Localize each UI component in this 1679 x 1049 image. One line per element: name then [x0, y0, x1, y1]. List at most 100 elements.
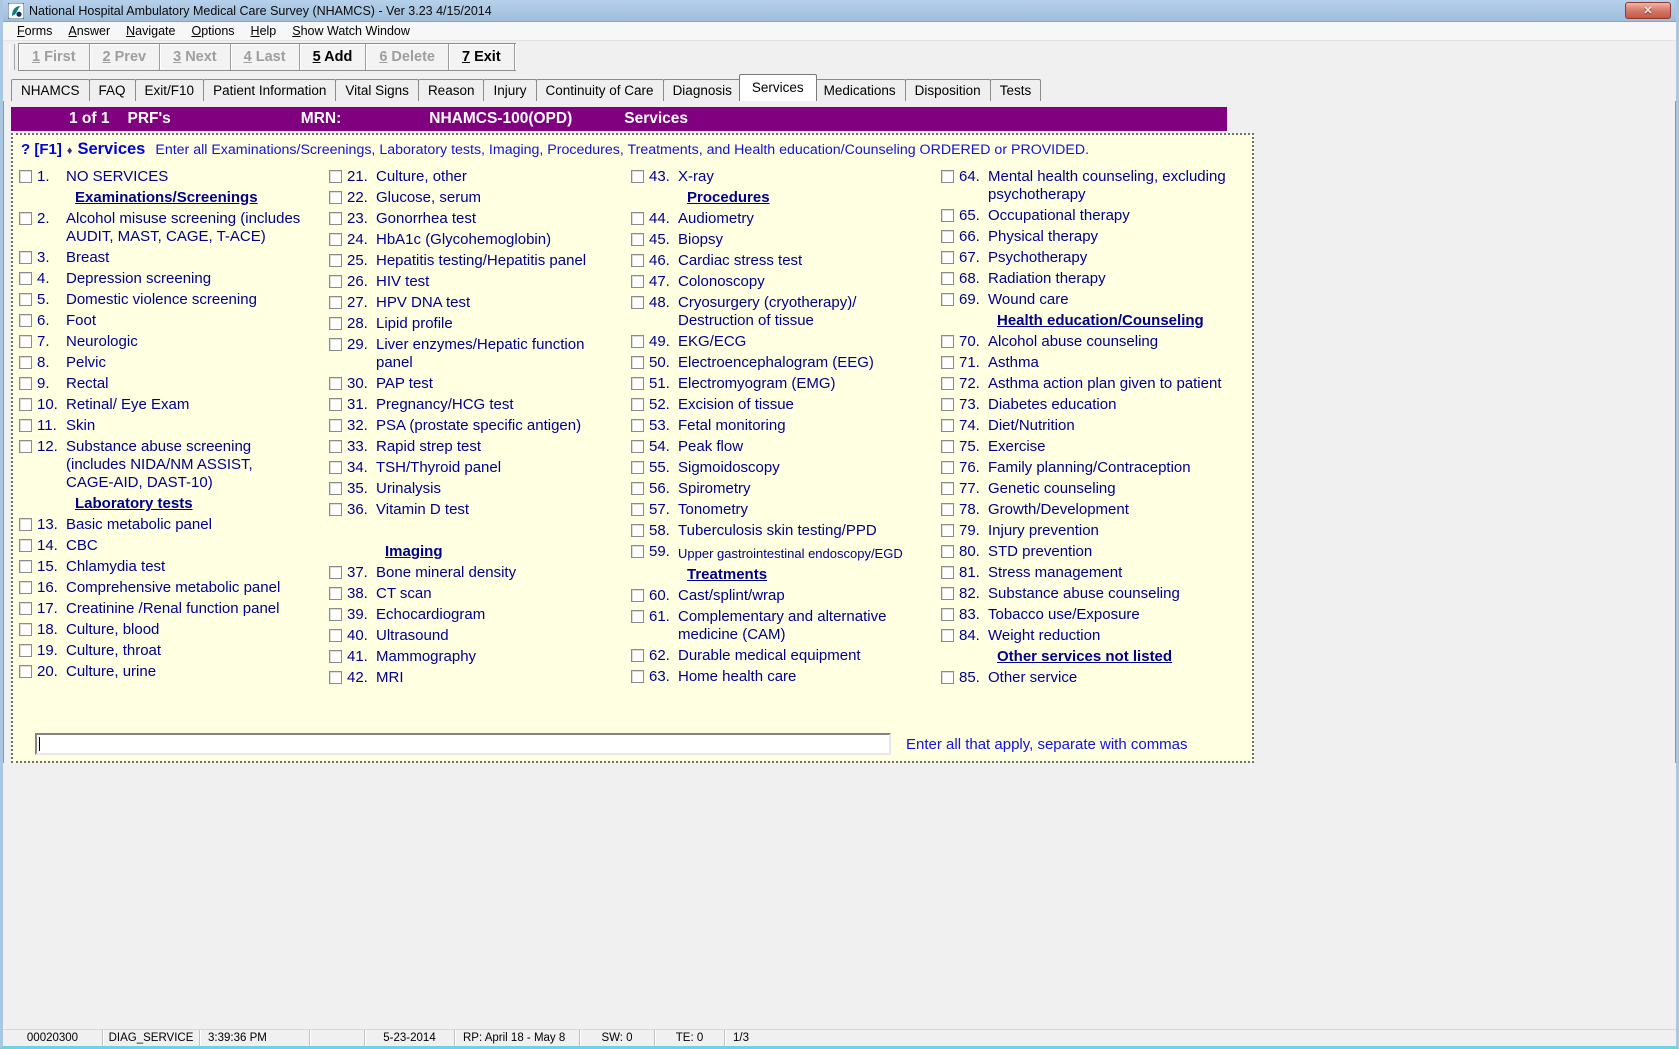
service-48-checkbox[interactable]	[631, 296, 644, 309]
service-82-checkbox[interactable]	[941, 587, 954, 600]
service-26-checkbox[interactable]	[329, 275, 342, 288]
service-20-checkbox[interactable]	[19, 665, 32, 678]
service-19-checkbox[interactable]	[19, 644, 32, 657]
service-42-checkbox[interactable]	[329, 671, 342, 684]
toolbar-prev-button[interactable]: 2 Prev	[90, 44, 161, 70]
service-12-checkbox[interactable]	[19, 440, 32, 453]
service-38-checkbox[interactable]	[329, 587, 342, 600]
service-16-checkbox[interactable]	[19, 581, 32, 594]
service-57-checkbox[interactable]	[631, 503, 644, 516]
service-79-checkbox[interactable]	[941, 524, 954, 537]
service-1-checkbox[interactable]	[19, 170, 32, 183]
service-49-checkbox[interactable]	[631, 335, 644, 348]
service-39-checkbox[interactable]	[329, 608, 342, 621]
service-5-checkbox[interactable]	[19, 293, 32, 306]
tab-continuity-of-care[interactable]: Continuity of Care	[536, 79, 664, 101]
service-44-checkbox[interactable]	[631, 212, 644, 225]
service-21-checkbox[interactable]	[329, 170, 342, 183]
service-13-checkbox[interactable]	[19, 518, 32, 531]
service-81-checkbox[interactable]	[941, 566, 954, 579]
toolbar-first-button[interactable]: 1 First	[19, 44, 90, 70]
service-80-checkbox[interactable]	[941, 545, 954, 558]
toolbar-exit-button[interactable]: 7 Exit	[449, 44, 515, 70]
service-74-checkbox[interactable]	[941, 419, 954, 432]
service-32-checkbox[interactable]	[329, 419, 342, 432]
tab-exit-f10[interactable]: Exit/F10	[135, 79, 205, 101]
service-55-checkbox[interactable]	[631, 461, 644, 474]
service-41-checkbox[interactable]	[329, 650, 342, 663]
service-34-checkbox[interactable]	[329, 461, 342, 474]
service-50-checkbox[interactable]	[631, 356, 644, 369]
service-10-checkbox[interactable]	[19, 398, 32, 411]
toolbar-last-button[interactable]: 4 Last	[231, 44, 300, 70]
service-75-checkbox[interactable]	[941, 440, 954, 453]
service-24-checkbox[interactable]	[329, 233, 342, 246]
service-58-checkbox[interactable]	[631, 524, 644, 537]
menu-options[interactable]: Options	[183, 22, 242, 40]
service-53-checkbox[interactable]	[631, 419, 644, 432]
service-36-checkbox[interactable]	[329, 503, 342, 516]
service-14-checkbox[interactable]	[19, 539, 32, 552]
service-33-checkbox[interactable]	[329, 440, 342, 453]
service-11-checkbox[interactable]	[19, 419, 32, 432]
service-17-checkbox[interactable]	[19, 602, 32, 615]
service-76-checkbox[interactable]	[941, 461, 954, 474]
service-64-checkbox[interactable]	[941, 170, 954, 183]
service-7-checkbox[interactable]	[19, 335, 32, 348]
service-67-checkbox[interactable]	[941, 251, 954, 264]
tab-vital-signs[interactable]: Vital Signs	[335, 79, 419, 101]
service-47-checkbox[interactable]	[631, 275, 644, 288]
service-9-checkbox[interactable]	[19, 377, 32, 390]
toolbar-add-button[interactable]: 5 Add	[300, 44, 367, 70]
service-18-checkbox[interactable]	[19, 623, 32, 636]
service-72-checkbox[interactable]	[941, 377, 954, 390]
menu-forms[interactable]: Forms	[9, 22, 60, 40]
toolbar-delete-button[interactable]: 6 Delete	[366, 44, 449, 70]
tab-tests[interactable]: Tests	[990, 79, 1042, 101]
service-35-checkbox[interactable]	[329, 482, 342, 495]
tab-reason[interactable]: Reason	[418, 79, 485, 101]
menu-navigate[interactable]: Navigate	[118, 22, 183, 40]
tab-disposition[interactable]: Disposition	[905, 79, 991, 101]
service-29-checkbox[interactable]	[329, 338, 342, 351]
tab-injury[interactable]: Injury	[483, 79, 536, 101]
service-6-checkbox[interactable]	[19, 314, 32, 327]
tab-patient-information[interactable]: Patient Information	[203, 79, 336, 101]
service-61-checkbox[interactable]	[631, 610, 644, 623]
service-15-checkbox[interactable]	[19, 560, 32, 573]
menu-help[interactable]: Help	[243, 22, 285, 40]
service-65-checkbox[interactable]	[941, 209, 954, 222]
service-84-checkbox[interactable]	[941, 629, 954, 642]
service-70-checkbox[interactable]	[941, 335, 954, 348]
service-83-checkbox[interactable]	[941, 608, 954, 621]
service-85-checkbox[interactable]	[941, 671, 954, 684]
service-25-checkbox[interactable]	[329, 254, 342, 267]
service-63-checkbox[interactable]	[631, 670, 644, 683]
service-3-checkbox[interactable]	[19, 251, 32, 264]
service-37-checkbox[interactable]	[329, 566, 342, 579]
service-66-checkbox[interactable]	[941, 230, 954, 243]
service-59-checkbox[interactable]	[631, 545, 644, 558]
service-73-checkbox[interactable]	[941, 398, 954, 411]
service-60-checkbox[interactable]	[631, 589, 644, 602]
service-23-checkbox[interactable]	[329, 212, 342, 225]
service-62-checkbox[interactable]	[631, 649, 644, 662]
help-key[interactable]: ? [F1]	[21, 141, 62, 158]
service-31-checkbox[interactable]	[329, 398, 342, 411]
service-54-checkbox[interactable]	[631, 440, 644, 453]
service-68-checkbox[interactable]	[941, 272, 954, 285]
service-45-checkbox[interactable]	[631, 233, 644, 246]
service-46-checkbox[interactable]	[631, 254, 644, 267]
service-30-checkbox[interactable]	[329, 377, 342, 390]
service-27-checkbox[interactable]	[329, 296, 342, 309]
service-56-checkbox[interactable]	[631, 482, 644, 495]
service-22-checkbox[interactable]	[329, 191, 342, 204]
tab-services[interactable]: Services	[739, 74, 817, 101]
tab-diagnosis[interactable]: Diagnosis	[663, 79, 742, 101]
service-28-checkbox[interactable]	[329, 317, 342, 330]
service-4-checkbox[interactable]	[19, 272, 32, 285]
toolbar-next-button[interactable]: 3 Next	[160, 44, 231, 70]
service-43-checkbox[interactable]	[631, 170, 644, 183]
service-52-checkbox[interactable]	[631, 398, 644, 411]
service-69-checkbox[interactable]	[941, 293, 954, 306]
